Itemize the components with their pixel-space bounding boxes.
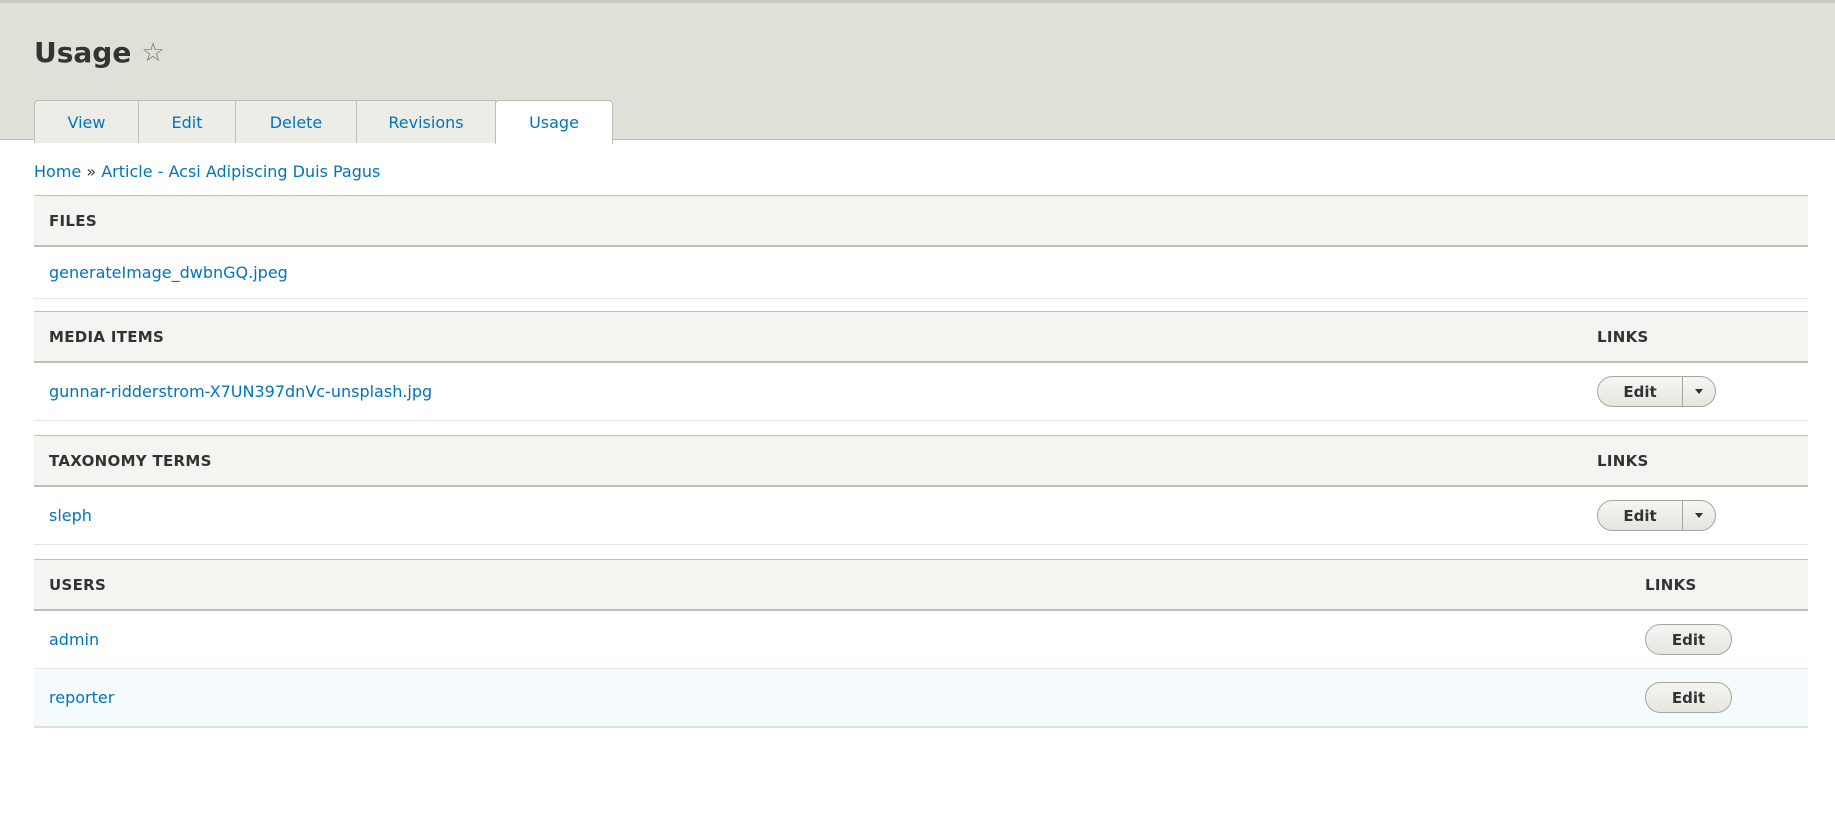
tab-usage[interactable]: Usage: [495, 100, 613, 144]
files-header-label: Files: [49, 211, 97, 230]
taxonomy-table: Taxonomy terms Links sleph Edit: [34, 435, 1808, 545]
page-header: Usage ☆ View Edit Delete Revisions Usage: [0, 0, 1835, 144]
term-link[interactable]: sleph: [34, 506, 92, 525]
star-icon[interactable]: ☆: [141, 38, 164, 68]
users-table: Users Links admin Edit reporter Edit: [34, 559, 1808, 728]
links-header: Links: [1597, 451, 1649, 470]
primary-tabs: View Edit Delete Revisions Usage: [34, 100, 613, 144]
tab-revisions[interactable]: Revisions: [356, 100, 496, 143]
links-header: Links: [1645, 575, 1697, 594]
page-title: Usage ☆: [34, 36, 165, 69]
breadcrumb-article[interactable]: Article - Acsi Adipiscing Duis Pagus: [101, 162, 380, 181]
table-row: sleph Edit: [34, 487, 1808, 545]
caret-down-icon: [1695, 513, 1703, 518]
media-table: Media items Links gunnar-ridderstrom-X7U…: [34, 311, 1808, 421]
breadcrumb: Home » Article - Acsi Adipiscing Duis Pa…: [34, 162, 380, 181]
file-link[interactable]: generateImage_dwbnGQ.jpeg: [34, 263, 288, 282]
tab-delete[interactable]: Delete: [235, 100, 357, 143]
tab-edit[interactable]: Edit: [138, 100, 236, 143]
table-row: reporter Edit: [34, 669, 1808, 728]
users-header: Users Links: [34, 559, 1808, 611]
caret-down-icon: [1695, 389, 1703, 394]
table-row: admin Edit: [34, 611, 1808, 669]
edit-button[interactable]: Edit: [1598, 377, 1683, 406]
breadcrumb-home[interactable]: Home: [34, 162, 81, 181]
dropdown-toggle[interactable]: [1683, 501, 1715, 530]
files-header: Files: [34, 195, 1808, 247]
breadcrumb-separator: »: [86, 162, 97, 181]
edit-button[interactable]: Edit: [1598, 501, 1683, 530]
edit-split-button: Edit: [1597, 500, 1716, 531]
media-header: Media items Links: [34, 311, 1808, 363]
files-table: Files generateImage_dwbnGQ.jpeg: [34, 195, 1808, 299]
users-header-label: Users: [49, 575, 107, 594]
page-title-text: Usage: [34, 36, 132, 69]
media-link[interactable]: gunnar-ridderstrom-X7UN397dnVc-unsplash.…: [34, 382, 432, 401]
edit-button[interactable]: Edit: [1645, 682, 1732, 713]
user-link[interactable]: admin: [34, 630, 99, 649]
user-link[interactable]: reporter: [34, 688, 114, 707]
edit-button[interactable]: Edit: [1645, 624, 1732, 655]
tab-view[interactable]: View: [34, 100, 139, 143]
dropdown-toggle[interactable]: [1683, 377, 1715, 406]
taxonomy-header-label: Taxonomy terms: [49, 451, 212, 470]
media-header-label: Media items: [49, 327, 165, 346]
taxonomy-header: Taxonomy terms Links: [34, 435, 1808, 487]
edit-split-button: Edit: [1597, 376, 1716, 407]
links-header: Links: [1597, 327, 1649, 346]
table-row: gunnar-ridderstrom-X7UN397dnVc-unsplash.…: [34, 363, 1808, 421]
table-row: generateImage_dwbnGQ.jpeg: [34, 247, 1808, 299]
